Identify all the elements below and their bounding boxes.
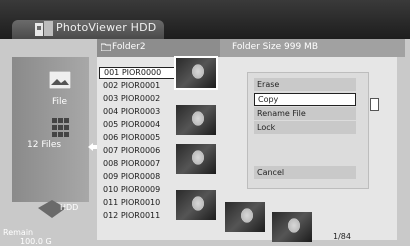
photo-thumbnail[interactable]	[272, 212, 312, 242]
menu-item-copy[interactable]: Copy	[254, 93, 356, 106]
photo-thumbnail[interactable]	[176, 105, 216, 135]
file-thumbnail-icon[interactable]	[49, 71, 71, 89]
page-counter: 1/84	[333, 232, 351, 241]
folder-size: Folder Size 999 MB	[232, 42, 318, 52]
photo-thumbnail[interactable]	[176, 144, 216, 174]
grid-icon[interactable]	[52, 118, 70, 138]
list-item[interactable]: 005 PIOR0004	[99, 119, 179, 131]
list-item[interactable]: 008 PIOR0007	[99, 158, 179, 170]
list-item[interactable]: 004 PIOR0003	[99, 106, 179, 118]
menu-indicator	[370, 98, 379, 111]
list-item[interactable]: 007 PIOR0006	[99, 145, 179, 157]
drive-label: HDD	[60, 203, 79, 212]
folder-name: Folder2	[112, 42, 146, 52]
file-label: File	[52, 97, 68, 107]
photo-thumbnail[interactable]	[174, 56, 218, 90]
list-item[interactable]: 012 PIOR0011	[99, 210, 179, 222]
list-item[interactable]: 001 PIOR0000	[99, 67, 179, 79]
app-title: PhotoViewer HDD	[56, 21, 157, 34]
file-count: 12 Files	[27, 140, 62, 150]
menu-item-cancel[interactable]: Cancel	[254, 166, 356, 179]
photo-thumbnail[interactable]	[225, 202, 265, 232]
menu-item-rename-file[interactable]: Rename File	[254, 107, 356, 120]
list-item[interactable]: 011 PIOR0010	[99, 197, 179, 209]
photo-folder-icon	[35, 21, 53, 36]
remain-label: Remain	[3, 228, 34, 237]
list-item[interactable]: 009 PIOR0008	[99, 171, 179, 183]
list-item[interactable]: 002 PIOR0001	[99, 80, 179, 92]
list-item[interactable]: 003 PIOR0002	[99, 93, 179, 105]
left-arrow-icon[interactable]	[88, 143, 97, 151]
menu-item-erase[interactable]: Erase	[254, 78, 356, 91]
photo-thumbnail[interactable]	[176, 190, 216, 220]
menu-item-lock[interactable]: Lock	[254, 121, 356, 134]
list-item[interactable]: 010 PIOR0009	[99, 184, 179, 196]
list-item[interactable]: 006 PIOR0005	[99, 132, 179, 144]
folder-icon	[101, 43, 111, 51]
